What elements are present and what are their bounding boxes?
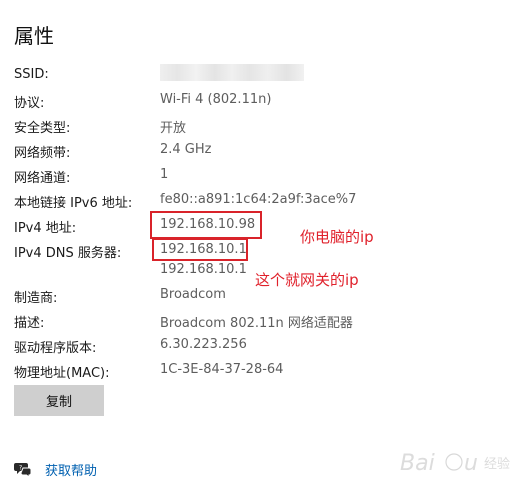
copy-button[interactable]: 复制 <box>14 385 104 416</box>
property-label: 制造商: <box>14 291 58 306</box>
property-row-channel: 网络通道: 1 <box>0 167 529 191</box>
property-label: 网络频带: <box>14 146 71 161</box>
property-value: 1 <box>160 167 169 182</box>
svg-text:?: ? <box>19 465 22 472</box>
get-help-link[interactable]: 获取帮助 <box>45 460 97 479</box>
property-value: 6.30.223.256 <box>160 337 247 352</box>
property-label: 描述: <box>14 316 45 331</box>
dns-highlight-box <box>152 238 248 261</box>
property-value: 2.4 GHz <box>160 142 212 157</box>
page-title: 属性 <box>14 24 54 48</box>
ipv4-annotation: 你电脑的ip <box>300 228 374 246</box>
svg-text:Bai: Bai <box>400 451 435 476</box>
property-label: 网络通道: <box>14 171 71 186</box>
property-value: Wi-Fi 4 (802.11n) <box>160 92 272 107</box>
baidu-watermark: Bai u 经验 <box>398 442 522 486</box>
property-row-driver: 驱动程序版本: 6.30.223.256 <box>0 337 529 361</box>
property-value: 192.168.10.1 <box>160 262 247 277</box>
property-label: 驱动程序版本: <box>14 341 97 356</box>
property-label: 安全类型: <box>14 121 71 136</box>
property-value: 1C-3E-84-37-28-64 <box>160 362 284 377</box>
property-label: IPv4 DNS 服务器: <box>14 246 122 261</box>
property-row-security: 安全类型: 开放 <box>0 117 529 141</box>
dns-annotation: 这个就网关的ip <box>255 271 359 289</box>
property-row-protocol: 协议: Wi-Fi 4 (802.11n) <box>0 92 529 116</box>
property-label: 协议: <box>14 96 45 111</box>
property-row-band: 网络频带: 2.4 GHz <box>0 142 529 166</box>
property-value: Broadcom 802.11n 网络适配器 <box>160 316 353 331</box>
property-value: fe80::a891:1c64:2a9f:3ace%7 <box>160 192 357 207</box>
property-value: Broadcom <box>160 287 226 302</box>
property-label: SSID: <box>14 67 49 82</box>
property-row-manufacturer: 制造商: Broadcom <box>0 287 529 311</box>
ssid-value-redacted <box>160 64 304 81</box>
property-row-ipv6: 本地链接 IPv6 地址: fe80::a891:1c64:2a9f:3ace%… <box>0 192 529 216</box>
property-value: 开放 <box>160 121 187 136</box>
property-label: 物理地址(MAC): <box>14 366 110 381</box>
help-chat-icon: ? <box>14 461 32 479</box>
property-label: 本地链接 IPv6 地址: <box>14 196 133 211</box>
property-row-description: 描述: Broadcom 802.11n 网络适配器 <box>0 312 529 336</box>
property-row-mac: 物理地址(MAC): 1C-3E-84-37-28-64 <box>0 362 529 386</box>
property-row-ipv4: IPv4 地址: 192.168.10.98 <box>0 217 529 241</box>
ipv4-highlight-box <box>150 211 262 239</box>
svg-text:u: u <box>464 451 478 476</box>
svg-text:经验: 经验 <box>484 456 510 472</box>
property-label: IPv4 地址: <box>14 221 77 236</box>
